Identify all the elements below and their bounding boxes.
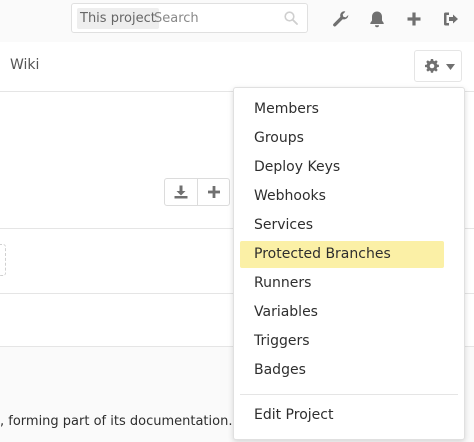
search-box[interactable]: This project	[71, 3, 308, 33]
settings-dropdown-button[interactable]	[414, 50, 462, 82]
menu-item-deploy-keys[interactable]: Deploy Keys	[240, 154, 444, 181]
plus-icon	[208, 186, 220, 198]
project-subnav: Wiki	[0, 42, 474, 92]
menu-item-groups[interactable]: Groups	[240, 125, 444, 152]
download-button[interactable]	[165, 179, 197, 205]
gear-icon	[425, 59, 439, 73]
menu-item-webhooks[interactable]: Webhooks	[240, 183, 444, 210]
menu-item-edit-project[interactable]: Edit Project	[240, 402, 444, 429]
menu-item-members[interactable]: Members	[240, 96, 444, 123]
readme-text: , forming part of its documentation.	[0, 414, 233, 429]
search-icon[interactable]	[284, 11, 298, 25]
search-scope-badge[interactable]: This project	[77, 8, 159, 29]
dropzone-edge	[0, 244, 6, 276]
chevron-down-icon	[446, 64, 455, 70]
settings-dropdown-menu: Members Groups Deploy Keys Webhooks Serv…	[233, 87, 465, 440]
menu-item-badges[interactable]: Badges	[240, 357, 444, 384]
top-bar: This project	[0, 0, 474, 42]
menu-divider	[240, 394, 458, 395]
menu-item-protected-branches[interactable]: Protected Branches	[240, 241, 444, 268]
menu-item-variables[interactable]: Variables	[240, 299, 444, 326]
menu-item-services[interactable]: Services	[240, 212, 444, 239]
search-input[interactable]	[154, 7, 274, 29]
plus-icon[interactable]	[404, 9, 424, 29]
file-actions-group	[164, 178, 230, 206]
add-button[interactable]	[198, 179, 230, 205]
download-icon	[174, 185, 188, 199]
sign-out-icon[interactable]	[441, 9, 461, 29]
menu-item-runners[interactable]: Runners	[240, 270, 444, 297]
bell-icon[interactable]	[367, 9, 387, 29]
wrench-icon[interactable]	[331, 9, 351, 29]
nav-tab-wiki[interactable]: Wiki	[10, 57, 39, 73]
menu-item-triggers[interactable]: Triggers	[240, 328, 444, 355]
